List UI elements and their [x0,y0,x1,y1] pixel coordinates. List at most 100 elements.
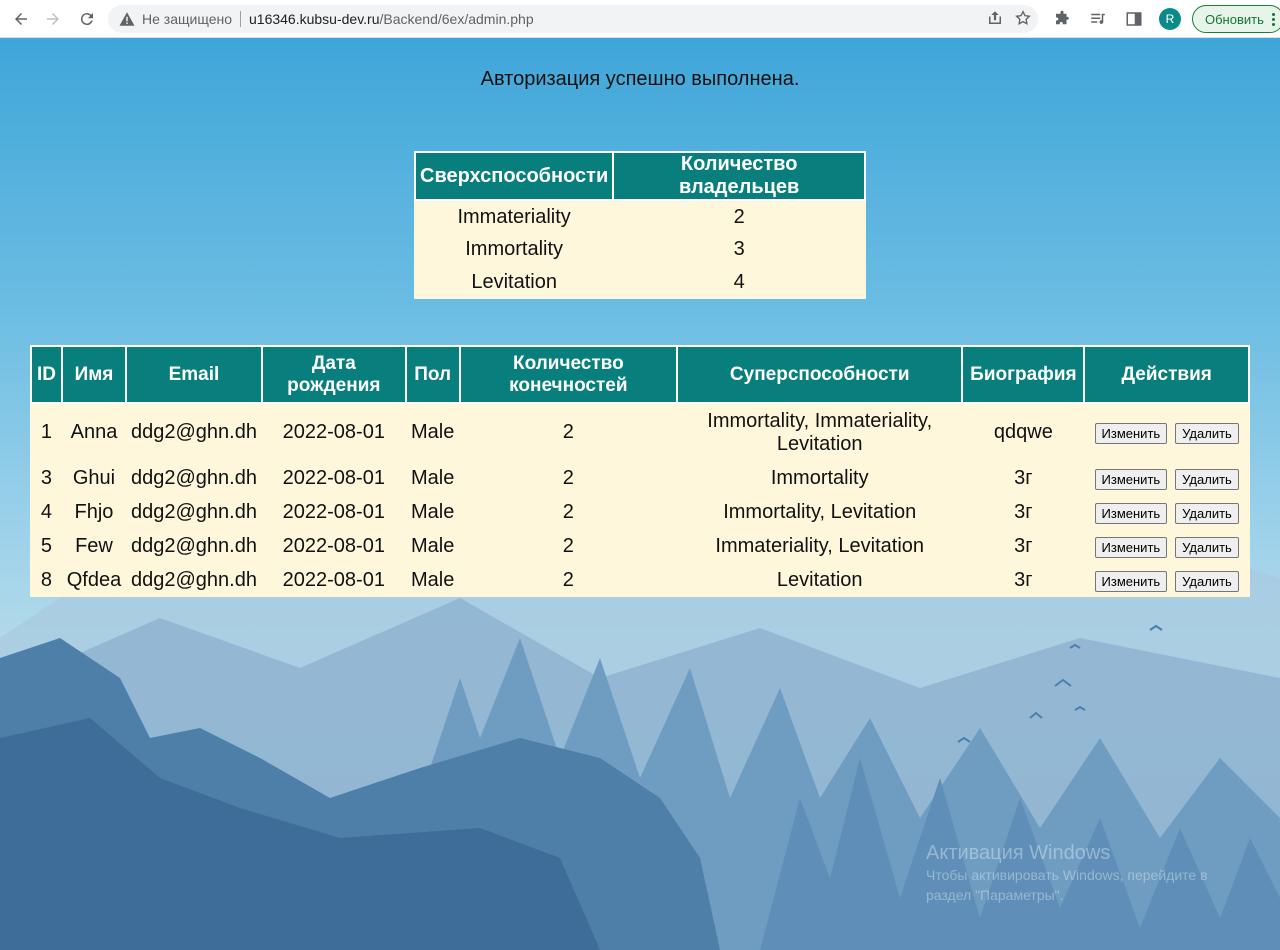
edit-button[interactable]: Изменить [1094,423,1168,444]
cell-email: ddg2@ghn.dh [130,500,257,523]
table-row: 4 Fhjo ddg2@ghn.dh 2022-08-01 Male 2 Imm… [31,495,1249,529]
playlist-icon [1091,13,1105,24]
edit-button[interactable]: Изменить [1094,502,1168,524]
puzzle-icon [1056,10,1069,25]
table-row: 1 Anna ddg2@ghn.dh 2022-08-01 Male 2 Imm… [31,403,1249,461]
address-bar[interactable]: Не защищено u16346.kubsu-dev.ru/Backend/… [108,5,1038,33]
update-button[interactable]: Обновить [1192,5,1280,33]
cell-limbs: 2 [562,534,574,557]
cell-limbs: 2 [562,568,574,591]
header-cell: Дата рождения [260,345,407,404]
owner-count: 2 [733,205,745,228]
table-row: 5 Few ddg2@ghn.dh 2022-08-01 Male 2 Imma… [31,529,1249,563]
cell-email: ddg2@ghn.dh [130,568,257,591]
cell-name: Few [75,534,113,557]
cell-limbs: 2 [562,500,574,523]
cell-bio: 3г [1014,568,1033,591]
table-header-row: ID Имя Email Дата рождения Пол Количеств… [30,345,1250,404]
delete-button[interactable]: Удалить [1175,468,1239,490]
avatar: R [1159,8,1181,30]
cell-name: Qfdea [66,568,122,591]
cell-limbs: 2 [562,421,574,443]
auth-success-message: Авторизация успешно выполнена. [480,68,800,90]
cell-actions: Изменить Удалить [1084,461,1249,495]
table-row: 8 Qfdea ddg2@ghn.dh 2022-08-01 Male 2 Le… [31,563,1249,597]
windows-activation-watermark: Активация Windows Чтобы активировать Win… [926,842,1208,905]
cell-gender: Male [410,500,455,523]
cell-email: ddg2@ghn.dh [130,421,257,443]
cell-superpowers: Immortality [770,466,869,489]
cell-superpowers: Immortality, Levitation [723,500,917,523]
delete-button[interactable]: Удалить [1175,536,1239,558]
cell-birthdate: 2022-08-01 [282,534,385,557]
users-table: ID Имя Email Дата рождения Пол Количеств… [30,345,1250,597]
cell-actions: Изменить Удалить [1084,495,1249,529]
power-name: Levitation [471,271,557,293]
url-path: /Backend/6ex/admin.php [379,11,534,27]
extensions-button[interactable] [1048,5,1076,33]
omnibox-divider [240,11,241,27]
cell-bio: 3г [1014,500,1033,523]
cell-bio: 3г [1014,466,1033,489]
table-row: Levitation 4 [415,266,865,299]
kebab-menu-icon [1271,12,1275,26]
cell-id: 4 [40,500,53,523]
cell-birthdate: 2022-08-01 [282,500,385,523]
delete-button[interactable]: Удалить [1175,423,1239,444]
edit-button[interactable]: Изменить [1094,536,1168,558]
header-cell: Суперспособности [676,345,964,404]
delete-button[interactable]: Удалить [1175,502,1239,524]
table-header-row: Сверхспособности Количество владельцев [413,151,866,201]
powers-summary-table: Сверхспособности Количество владельцев I… [413,151,866,299]
cell-bio: qdqwe [993,421,1053,443]
header-cell: Биография [961,345,1086,404]
reload-icon [80,13,93,26]
back-button[interactable] [6,4,36,34]
cell-gender: Male [410,421,455,443]
cell-superpowers: Levitation [776,568,863,591]
update-label: Обновить [1205,11,1264,27]
arrow-left-icon [15,13,27,25]
power-name: Immortality [465,238,564,260]
watermark-title: Активация Windows [926,842,1111,864]
url-host: u16346.kubsu-dev.ru [249,11,380,27]
cell-bio: 3г [1014,534,1033,557]
cell-email: ddg2@ghn.dh [130,534,257,557]
side-panel-button[interactable] [1120,5,1148,33]
cell-id: 8 [40,568,53,591]
not-secure-label: Не защищено [142,11,232,27]
cell-actions: Изменить Удалить [1084,529,1249,563]
table-row: 3 Ghui ddg2@ghn.dh 2022-08-01 Male 2 Imm… [31,461,1249,495]
edit-button[interactable]: Изменить [1094,570,1168,592]
forward-button[interactable] [38,4,68,34]
watermark-line-2: раздел "Параметры". [926,887,1064,903]
cell-id: 3 [40,466,53,489]
cell-actions: Изменить Удалить [1084,403,1249,461]
header-cell: Сверхспособности [413,151,615,201]
share-icon[interactable] [986,9,1004,27]
header-cell: Имя [60,345,127,404]
cell-superpowers: Immateriality, Levitation [715,534,925,557]
reload-button[interactable] [72,4,102,34]
table-row: Immortality 3 [415,233,865,266]
profile-button[interactable]: R [1156,5,1184,33]
header-cell: ID [30,345,63,404]
cell-name: Anna [70,421,118,443]
media-control-button[interactable] [1084,5,1112,33]
header-cell: Количество владельцев [612,151,866,201]
arrow-right-icon [47,13,59,25]
delete-button[interactable]: Удалить [1175,570,1239,592]
cell-birthdate: 2022-08-01 [282,421,385,443]
header-cell: Пол [404,345,461,404]
cell-birthdate: 2022-08-01 [282,466,385,489]
bookmark-star-icon[interactable] [1014,9,1032,27]
cell-birthdate: 2022-08-01 [282,568,385,591]
side-panel-icon [1126,12,1142,26]
cell-superpowers: Immortality, Immateriality, Levitation [707,409,933,455]
cell-name: Fhjo [74,500,114,523]
cell-id: 1 [40,421,53,443]
cell-limbs: 2 [562,466,574,489]
cell-actions: Изменить Удалить [1084,563,1249,597]
edit-button[interactable]: Изменить [1094,468,1168,490]
warning-icon [119,12,135,26]
